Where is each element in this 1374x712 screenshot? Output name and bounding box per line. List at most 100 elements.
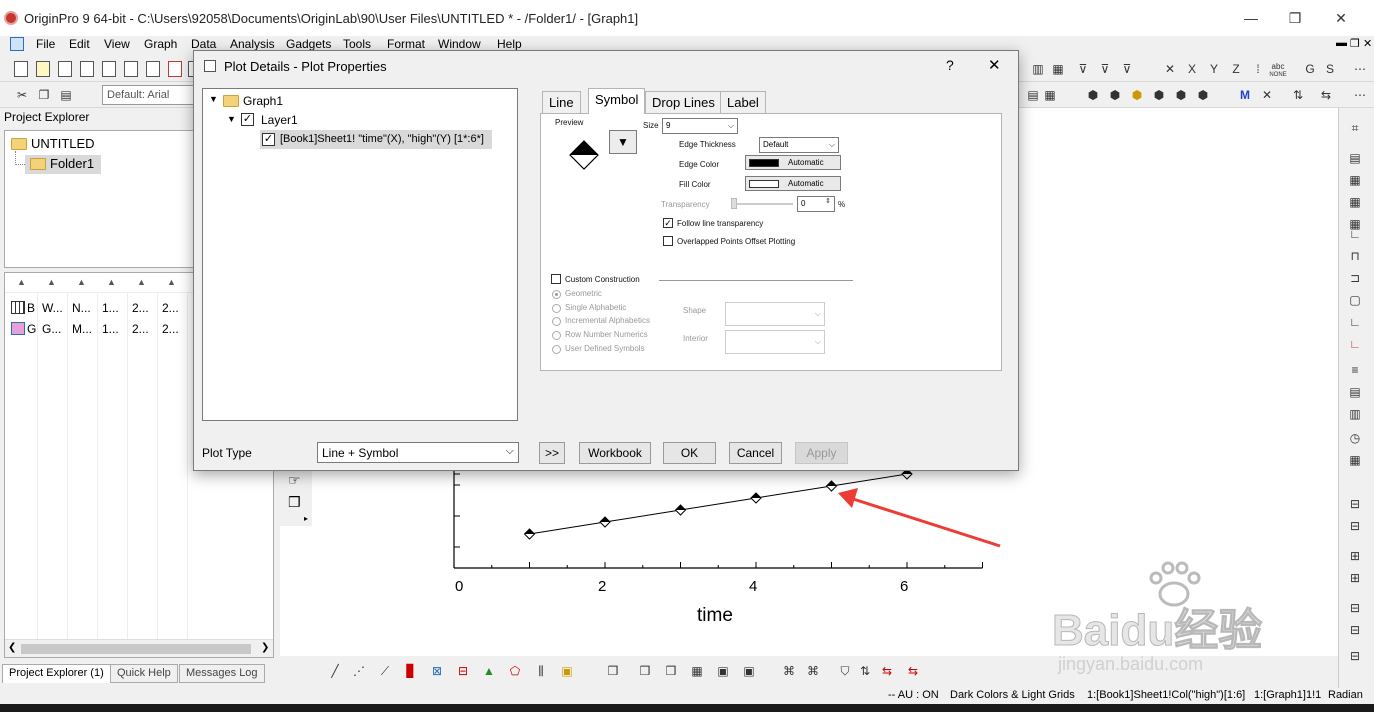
- axis-top-icon[interactable]: ⊓: [1347, 248, 1363, 264]
- tree-root-untitled[interactable]: UNTITLED: [31, 136, 95, 151]
- 3d-surface-icon[interactable]: ❒: [637, 663, 653, 679]
- custom-construction-checkbox[interactable]: [551, 274, 561, 284]
- collapse-icon[interactable]: ▼: [227, 114, 236, 124]
- shape-combo[interactable]: ⌵: [725, 302, 825, 326]
- filter-dropdown-icon[interactable]: ⊽: [1119, 61, 1135, 77]
- tab-project-explorer[interactable]: Project Explorer (1): [2, 664, 111, 683]
- font-combo[interactable]: Default: Arial: [102, 85, 198, 105]
- move-icon[interactable]: ⇅: [857, 663, 873, 679]
- more-tools-icon[interactable]: ⋯: [1352, 61, 1368, 77]
- tree-item-folder1[interactable]: Folder1: [25, 155, 101, 174]
- box-plot-icon[interactable]: ⊟: [455, 663, 471, 679]
- spinner-icon[interactable]: ⇕: [825, 197, 831, 205]
- column-plot-icon[interactable]: ▊: [403, 663, 419, 679]
- new-function-icon[interactable]: [146, 61, 160, 77]
- import-icon[interactable]: ⬢: [1107, 87, 1123, 103]
- plot-type-combo[interactable]: Line + Symbol ⌵: [317, 442, 519, 463]
- sort-column-3[interactable]: ▲: [77, 277, 86, 287]
- menu-gadgets[interactable]: Gadgets: [286, 37, 331, 51]
- new-workbook-icon[interactable]: [58, 61, 72, 77]
- tab-quick-help[interactable]: Quick Help: [110, 664, 178, 683]
- layer-icon[interactable]: ▦: [1042, 87, 1058, 103]
- sort-column-4[interactable]: ▲: [107, 277, 116, 287]
- clock-icon[interactable]: ◷: [1347, 430, 1363, 446]
- line-symbol-plot-icon[interactable]: ⟋: [377, 663, 393, 679]
- overlapped-points-checkbox[interactable]: [663, 236, 673, 246]
- unmask-icon[interactable]: ⌘: [805, 663, 821, 679]
- scatter-plot-icon[interactable]: ⋰: [351, 663, 367, 679]
- edge-thickness-combo[interactable]: Default ⌵: [759, 137, 839, 153]
- scroll-left-icon[interactable]: ❮: [8, 642, 16, 653]
- tab-drop-lines[interactable]: Drop Lines: [645, 91, 722, 113]
- ok-button[interactable]: OK: [663, 442, 716, 464]
- minimize-button[interactable]: —: [1228, 6, 1274, 30]
- export-icon[interactable]: ⬢: [1151, 87, 1167, 103]
- tab-symbol[interactable]: Symbol: [588, 88, 646, 114]
- stack-icon[interactable]: ≡: [1347, 362, 1363, 378]
- axis-break-icon[interactable]: ∟: [1347, 314, 1363, 330]
- align-middle-icon[interactable]: ⊟: [1347, 518, 1363, 534]
- zoom-tool-icon[interactable]: ⌗: [1347, 120, 1363, 136]
- set-y-button[interactable]: Y: [1206, 61, 1222, 77]
- workbook-button[interactable]: Workbook: [579, 442, 651, 464]
- new-layout-icon[interactable]: [168, 61, 182, 77]
- axis-bottom-left-icon[interactable]: ∟: [1347, 226, 1363, 242]
- restore-button[interactable]: ❐: [1272, 6, 1318, 30]
- remove-filter-icon[interactable]: ⊽: [1097, 61, 1113, 77]
- template-icon[interactable]: ▣: [559, 663, 575, 679]
- sort-column-1[interactable]: ▲: [17, 277, 26, 287]
- table-icon[interactable]: ▤: [1347, 384, 1363, 400]
- fill-color-button[interactable]: Automatic: [745, 176, 841, 191]
- arrange-icon[interactable]: ▤: [1025, 87, 1041, 103]
- layer-tool-icon[interactable]: ❒: [288, 494, 301, 511]
- tree-item-plot[interactable]: ✓ [Book1]Sheet1! "time"(X), "high"(Y) [1…: [260, 130, 492, 149]
- new-matrix-icon[interactable]: [124, 61, 138, 77]
- expand-tools-icon[interactable]: ▸: [304, 514, 308, 523]
- new-project-icon[interactable]: [14, 61, 28, 77]
- paste-icon[interactable]: ▤: [58, 87, 74, 103]
- image-plot-icon[interactable]: ⊠: [429, 663, 445, 679]
- single-alphabetic-radio[interactable]: [552, 304, 561, 313]
- grid-layout-icon[interactable]: ▦: [1347, 172, 1363, 188]
- sort-column-5[interactable]: ▲: [137, 277, 146, 287]
- row-number-numerics-radio[interactable]: [552, 331, 561, 340]
- mask-icon[interactable]: ⌘: [781, 663, 797, 679]
- menu-view[interactable]: View: [104, 37, 130, 51]
- transparency-spinner[interactable]: 0 ⇕: [797, 196, 835, 212]
- transparency-slider[interactable]: [731, 203, 793, 205]
- error-bar-icon[interactable]: ⁞: [1250, 61, 1266, 77]
- menu-format[interactable]: Format: [387, 37, 425, 51]
- menu-window[interactable]: Window: [438, 37, 481, 51]
- axis-color-icon[interactable]: ∟: [1347, 336, 1363, 352]
- contour-icon[interactable]: ▣: [715, 663, 731, 679]
- column-chart-icon[interactable]: ▥: [1030, 61, 1046, 77]
- interior-combo[interactable]: ⌵: [725, 330, 825, 354]
- horizontal-scrollbar[interactable]: ❮ ❯: [5, 639, 273, 657]
- expand-button[interactable]: >>: [539, 442, 565, 464]
- axis-box-icon[interactable]: ▢: [1347, 292, 1363, 308]
- cancel-button[interactable]: Cancel: [729, 442, 782, 464]
- tree-item-layer1[interactable]: Layer1: [261, 113, 298, 127]
- mdi-restore-icon[interactable]: ❐: [1350, 37, 1360, 50]
- refresh-icon[interactable]: ⬢: [1195, 87, 1211, 103]
- align-top-icon[interactable]: ⊟: [1347, 496, 1363, 512]
- print-icon[interactable]: ⬢: [1173, 87, 1189, 103]
- menu-data[interactable]: Data: [191, 37, 216, 51]
- menu-edit[interactable]: Edit: [69, 37, 90, 51]
- open-folder-icon[interactable]: ⬢: [1129, 87, 1145, 103]
- document-menu-icon[interactable]: [10, 37, 24, 51]
- cut-icon[interactable]: ✂: [14, 87, 30, 103]
- data-icon[interactable]: ▥: [1347, 406, 1363, 422]
- mdi-close-icon[interactable]: ✕: [1363, 37, 1372, 50]
- transparency-slider-thumb[interactable]: [731, 198, 737, 209]
- menu-file[interactable]: File: [36, 37, 55, 51]
- grid-icon[interactable]: ▦: [1347, 452, 1363, 468]
- tab-messages-log[interactable]: Messages Log: [179, 664, 265, 683]
- tab-label[interactable]: Label: [720, 91, 766, 113]
- filter-icon[interactable]: ⊽: [1075, 61, 1091, 77]
- menu-help[interactable]: Help: [497, 37, 522, 51]
- dialog-close-button[interactable]: ✕: [988, 56, 1001, 74]
- plot-checkbox[interactable]: ✓: [262, 133, 275, 146]
- subset-button[interactable]: S: [1322, 61, 1338, 77]
- apply-button[interactable]: Apply: [795, 442, 848, 464]
